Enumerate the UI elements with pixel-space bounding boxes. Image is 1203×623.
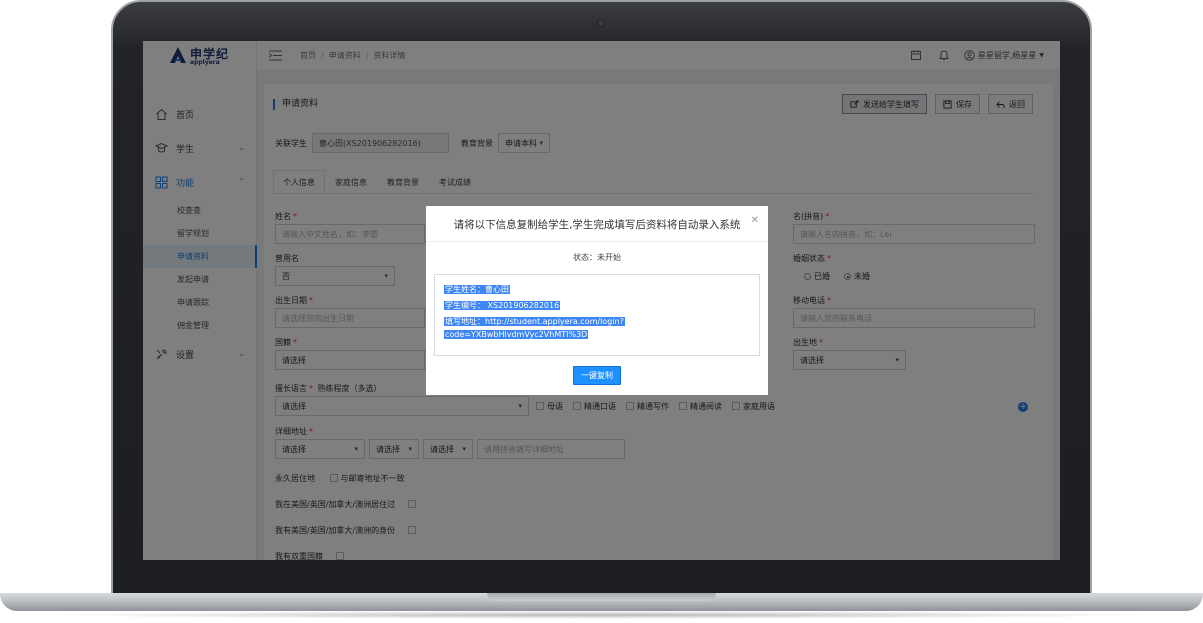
student-name-line: 学生姓名：曹心田 (444, 285, 510, 294)
dialog-divider (426, 241, 768, 242)
close-icon[interactable]: ✕ (751, 215, 759, 226)
student-id-line: 学生编号： XS201906282016 (444, 301, 561, 310)
text-line: 填写地址：http://student.applyera.com/login? (444, 315, 750, 328)
share-info-textbox[interactable]: 学生姓名：曹心田 学生编号： XS201906282016 填写地址：http:… (434, 274, 760, 356)
fill-url-code-line: code=YXBwbHlvdmVyc2VhMTI%3D (444, 330, 589, 339)
dialog-status: 状态：未开始 (573, 253, 621, 262)
text-line: 学生编号： XS201906282016 (444, 299, 750, 312)
camera-icon (597, 19, 605, 27)
text-line: 学生姓名：曹心田 (444, 283, 750, 296)
copy-info-dialog: 请将以下信息复制给学生,学生完成填写后资料将自动录入系统 ✕ 状态：未开始 学生… (426, 206, 768, 395)
fill-url-line: 填写地址：http://student.applyera.com/login? (444, 317, 625, 326)
dialog-title: 请将以下信息复制给学生,学生完成填写后资料将自动录入系统 (453, 219, 741, 231)
copy-button[interactable]: 一键复制 (573, 366, 621, 385)
text-line: code=YXBwbHlvdmVyc2VhMTI%3D (444, 328, 750, 341)
laptop-notch (487, 593, 716, 601)
screen: 申学纪 applyera 首页 学生 ⌄ 功能 ⌃ 校查查 留学规划 申请资料 … (143, 41, 1060, 560)
laptop-shadow (40, 611, 1163, 619)
